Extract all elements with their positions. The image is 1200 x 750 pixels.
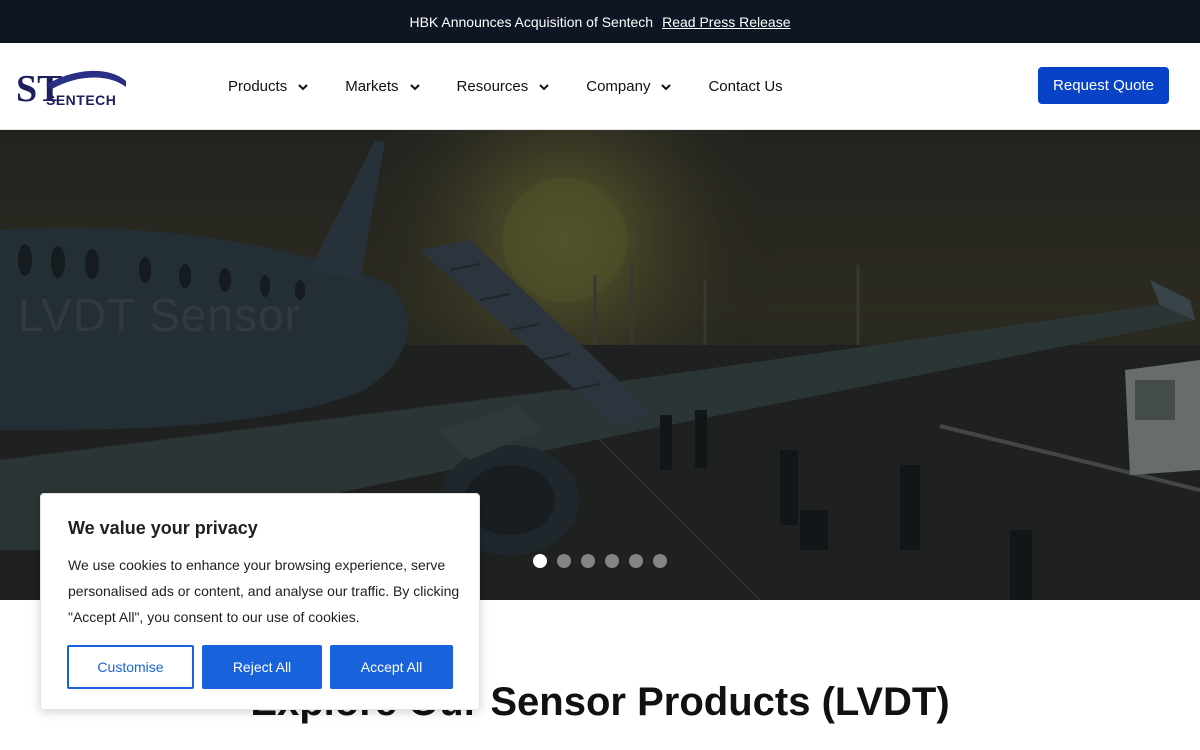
slider-dot[interactable] — [581, 554, 595, 568]
chevron-down-icon — [298, 83, 308, 90]
nav-item-markets[interactable]: Markets — [345, 78, 420, 95]
slider-dot[interactable] — [605, 554, 619, 568]
hero-ghost-heading: LVDT Sensor — [18, 289, 301, 341]
customise-button[interactable]: Customise — [67, 645, 194, 689]
nav-item-resources[interactable]: Resources — [457, 78, 551, 95]
request-quote-button[interactable]: Request Quote — [1038, 67, 1169, 104]
nav-item-contact-us[interactable]: Contact Us — [708, 78, 782, 95]
press-release-link[interactable]: Read Press Release — [662, 14, 790, 30]
cookie-body: We use cookies to enhance your browsing … — [68, 557, 460, 625]
slider-dot[interactable] — [533, 554, 547, 568]
chevron-down-icon — [539, 83, 549, 90]
accept-all-button[interactable]: Accept All — [330, 645, 453, 689]
slider-dot[interactable] — [557, 554, 571, 568]
cookie-consent-dialog: We value your privacy We use cookies to … — [40, 493, 480, 710]
sentech-logo[interactable]: ST SENTECH — [16, 67, 128, 110]
announcement-bar: HBK Announces Acquisition of Sentech Rea… — [0, 0, 1200, 43]
chevron-down-icon — [661, 83, 672, 90]
nav-item-label: Products — [228, 78, 288, 95]
announcement-text: HBK Announces Acquisition of Sentech — [409, 13, 654, 30]
nav-item-company[interactable]: Company — [586, 78, 672, 95]
nav-item-label: Company — [586, 78, 651, 95]
slider-dot[interactable] — [629, 554, 643, 568]
main-nav: Products Markets Resources Company Conta… — [228, 43, 783, 130]
chevron-down-icon — [409, 83, 420, 90]
nav-item-label: Markets — [345, 78, 399, 95]
reject-all-button[interactable]: Reject All — [202, 645, 322, 689]
nav-item-label: Contact Us — [708, 78, 783, 95]
site-header: ST SENTECH Products Markets Resources Co… — [0, 43, 1200, 130]
nav-item-label: Resources — [456, 78, 529, 95]
logo-sentech-text: SENTECH — [46, 92, 116, 107]
logo-mark: ST SENTECH — [16, 68, 126, 110]
slider-dot[interactable] — [653, 554, 667, 568]
slider-dots — [533, 554, 667, 568]
nav-item-products[interactable]: Products — [228, 78, 309, 95]
cookie-title: We value your privacy — [68, 518, 258, 538]
